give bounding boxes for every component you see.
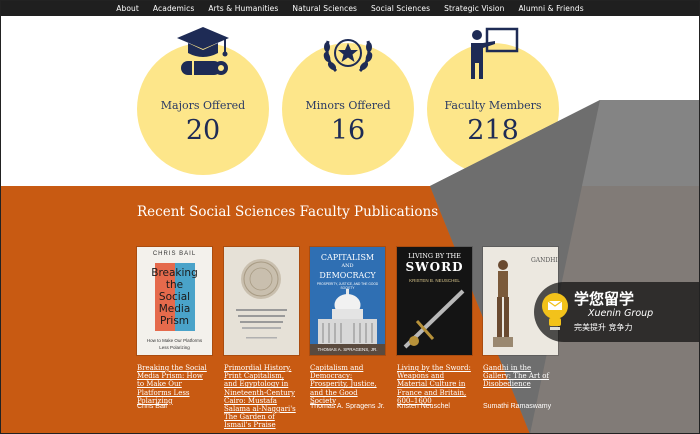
nav-alumni-friends[interactable]: Alumni & Friends (518, 4, 583, 13)
nav-natural-sciences[interactable]: Natural Sciences (292, 4, 357, 13)
stat-minors: Minors Offered 16 (282, 39, 414, 175)
star-laurel-icon (323, 39, 373, 73)
graduation-cap-diploma-icon (177, 27, 229, 75)
cover-text: Less Polarizing (159, 345, 190, 350)
cover-text: LIVING BY THE (408, 252, 461, 260)
sword-graphic (403, 289, 465, 349)
nav-academics[interactable]: Academics (153, 4, 194, 13)
cover-text: Media (158, 303, 191, 315)
seal-graphic (236, 259, 287, 339)
top-navigation: About Academics Arts & Humanities Natura… (0, 0, 700, 16)
cover-text: SWORD (405, 260, 464, 274)
book-card: Primordial History, Print Capitalism, an… (224, 247, 299, 430)
capitol-graphic (318, 289, 377, 345)
cover-text: How to Make Our Platforms (146, 338, 203, 343)
cover-text: Breaking (151, 267, 198, 279)
stat-value: 16 (330, 115, 366, 146)
book-cover[interactable] (224, 247, 299, 355)
book-cover[interactable]: CAPITALISM AND DEMOCRACY PROSPERITY, JUS… (310, 247, 385, 355)
stat-label: Minors Offered (305, 99, 391, 112)
book-cover[interactable]: LIVING BY THE SWORD KRISTEN B. NEUSCHEL (397, 247, 472, 355)
book-card: CHRIS BAIL Breaking the Social Media Pri… (137, 247, 212, 410)
book-card: LIVING BY THE SWORD KRISTEN B. NEUSCHEL … (397, 247, 472, 410)
book-title-link[interactable]: Living by the Sword: Weapons and Materia… (397, 364, 472, 405)
book-card: CAPITALISM AND DEMOCRACY PROSPERITY, JUS… (310, 247, 385, 410)
book-author: Kristen Neuschel (397, 403, 450, 410)
book-author: Chris Bail (137, 403, 167, 410)
cover-text: Prism (159, 315, 190, 327)
book-author: Thomas A. Spragens Jr. (310, 403, 385, 410)
cover-text: DEMOCRACY (319, 271, 376, 280)
book-title-link[interactable]: Capitalism and Democracy: Prosperity, Ju… (310, 364, 385, 405)
cover-title: CAPITALISM AND DEMOCRACY (310, 253, 385, 280)
book-title-link[interactable]: Primordial History, Print Capitalism, an… (224, 364, 299, 430)
publications-heading: Recent Social Sciences Faculty Publicati… (137, 204, 439, 220)
watermark-english-text: Xuenin Group (588, 308, 654, 319)
stat-majors: Majors Offered 20 (137, 27, 269, 175)
cover-text: CHRIS BAIL (152, 251, 197, 257)
book-title-link[interactable]: Gandhi in the Gallery: The Art of Disobe… (483, 364, 558, 389)
teacher-board-icon (471, 27, 519, 79)
cover-text: the (165, 279, 184, 291)
stat-value: 20 (185, 115, 221, 146)
book-author: Sumathi Ramaswamy (483, 403, 552, 410)
watermark-subtitle: 完美提升 竞争力 (574, 323, 633, 332)
nav-arts-humanities[interactable]: Arts & Humanities (208, 4, 278, 13)
cover-text: AND (341, 263, 354, 269)
cover-text: Social (158, 291, 191, 303)
cover-text: GANDHI (531, 257, 558, 264)
book-cover[interactable]: CHRIS BAIL Breaking the Social Media Pri… (137, 247, 212, 355)
nav-strategic-vision[interactable]: Strategic Vision (444, 4, 504, 13)
cover-text: THOMAS A. SPRAGENS, JR. (310, 344, 385, 355)
cover-text: KRISTEN B. NEUSCHEL (409, 278, 460, 283)
watermark-chinese-text: 学您留学 (574, 290, 635, 308)
cover-title: Breaking the Social Media Prism (137, 267, 212, 327)
lightbulb-logo-icon (542, 293, 568, 330)
nav-social-sciences[interactable]: Social Sciences (371, 4, 430, 13)
book-title-link[interactable]: Breaking the Social Media Prism: How to … (137, 364, 212, 405)
stat-label: Majors Offered (160, 99, 246, 112)
nav-about[interactable]: About (116, 4, 139, 13)
watermark-overlay: 学您留学 Xuenin Group 完美提升 竞争力 (534, 282, 700, 342)
cover-text: CAPITALISM (320, 253, 375, 262)
